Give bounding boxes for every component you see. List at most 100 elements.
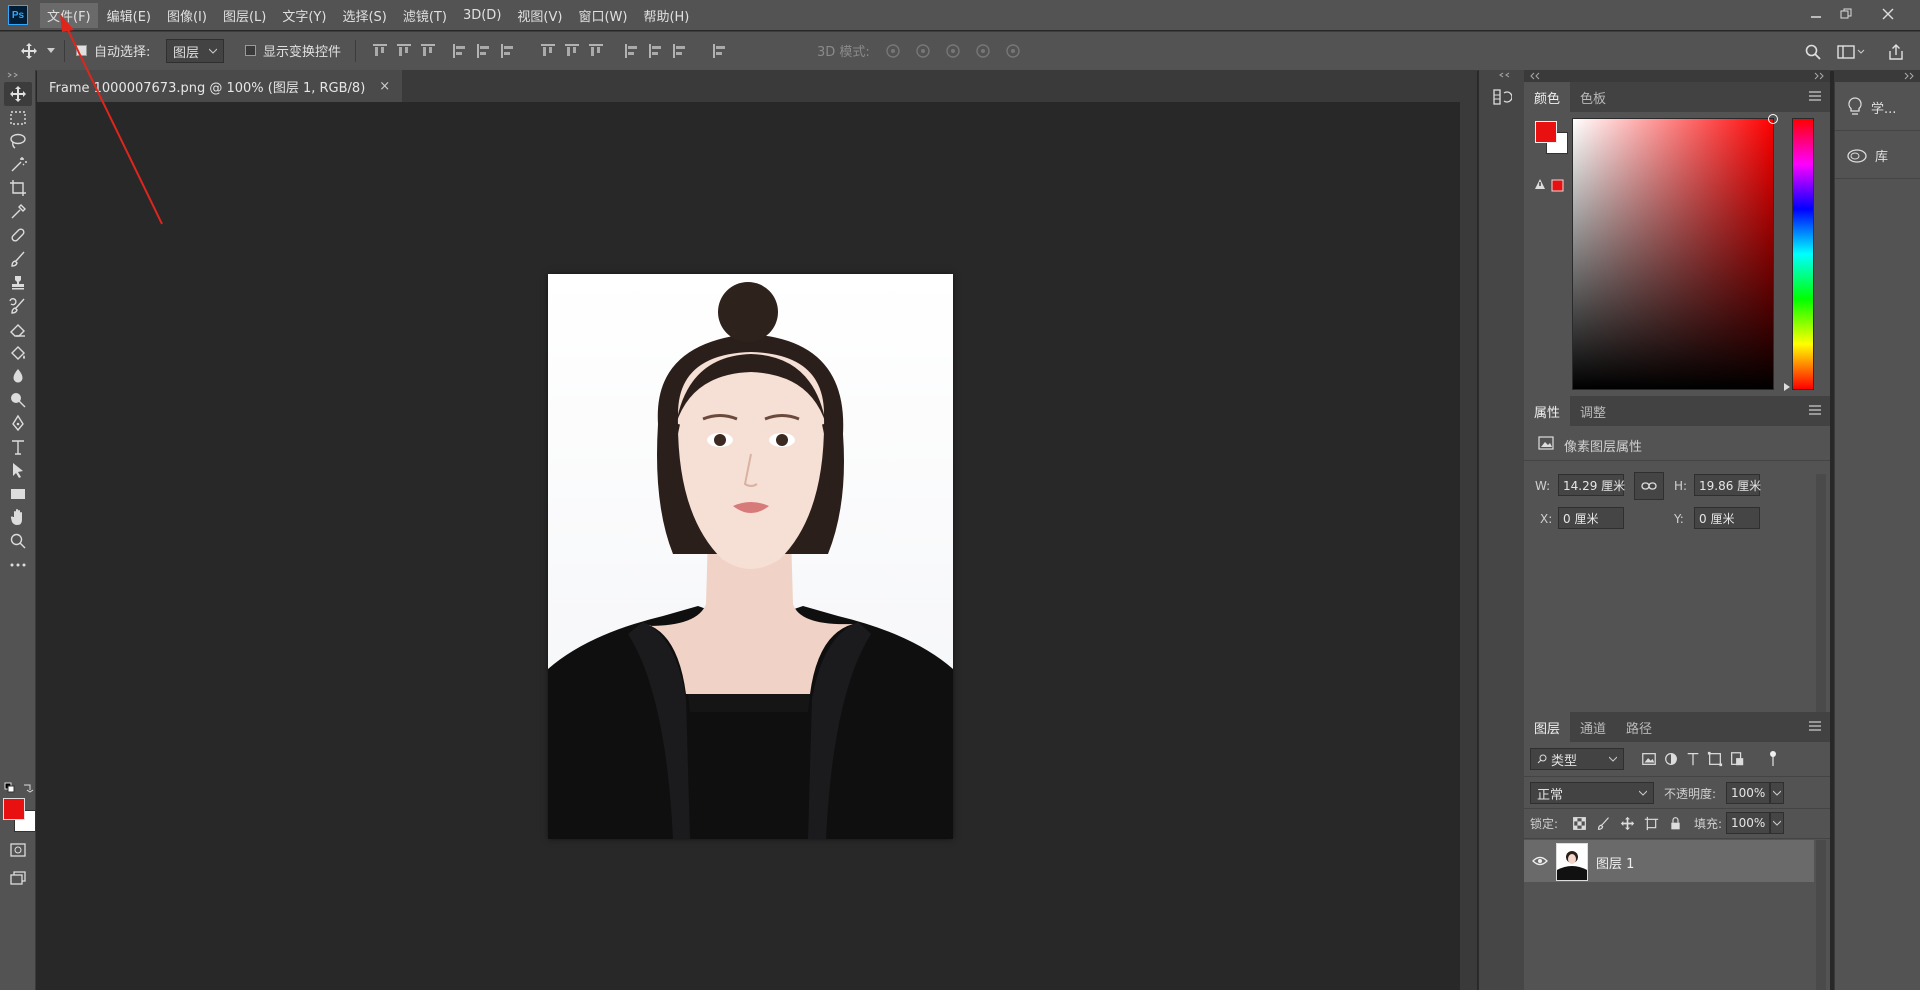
menu-view[interactable]: 视图(V) [510,3,569,28]
distribute-top-button[interactable] [538,41,558,61]
close-window-button[interactable] [1876,4,1900,24]
crop-tool[interactable] [4,176,32,200]
panel-menu-icon[interactable] [1808,720,1822,732]
3d-roll-button[interactable] [913,41,933,61]
opacity-field[interactable]: 100% [1726,782,1770,804]
layer-row[interactable]: 图层 1 [1524,840,1814,882]
paint-bucket-tool[interactable] [4,341,32,365]
saturation-brightness-field[interactable] [1572,114,1778,390]
minimize-button[interactable] [1804,4,1828,24]
filter-smart-object-button[interactable] [1728,750,1746,768]
height-field[interactable]: 19.86 厘米 [1694,474,1761,496]
3d-slide-button[interactable] [973,41,993,61]
hand-tool[interactable] [4,505,32,529]
show-transform-checkbox[interactable] [245,45,256,56]
healing-brush-tool[interactable] [4,223,32,247]
zoom-tool[interactable] [4,529,32,553]
dodge-tool[interactable] [4,388,32,412]
align-vcenter-button[interactable] [394,41,414,61]
rectangle-tool[interactable] [4,482,32,506]
color-picker-cursor[interactable] [1768,114,1778,124]
lock-artboard-button[interactable] [1642,814,1660,832]
panel-menu-icon[interactable] [1808,404,1822,416]
tab-color[interactable]: 颜色 [1524,82,1571,112]
filter-adjustment-button[interactable] [1662,750,1680,768]
brush-tool[interactable] [4,247,32,271]
3d-scale-button[interactable] [1003,41,1023,61]
link-dimensions-button[interactable] [1634,472,1664,500]
search-button[interactable] [1802,41,1824,63]
hue-slider[interactable] [1792,118,1814,390]
menu-help[interactable]: 帮助(H) [636,3,696,28]
panel-menu-icon[interactable] [1808,90,1822,102]
share-button[interactable] [1884,40,1908,64]
tab-channels[interactable]: 通道 [1570,712,1616,742]
history-brush-tool[interactable] [4,294,32,318]
filter-shape-button[interactable] [1706,750,1724,768]
tab-properties[interactable]: 属性 [1524,396,1571,426]
type-tool[interactable] [4,435,32,459]
eyedropper-tool[interactable] [4,200,32,224]
3d-orbit-button[interactable] [883,41,903,61]
eraser-tool[interactable] [4,317,32,341]
distribute-left-button[interactable] [622,41,642,61]
quick-mask-button[interactable] [4,838,32,862]
screen-mode-button[interactable] [4,866,32,890]
layer-filter-dropdown[interactable]: 类型 [1530,748,1624,770]
3d-drag-button[interactable] [943,41,963,61]
blend-mode-dropdown[interactable]: 正常 [1530,782,1654,804]
magic-wand-tool[interactable] [4,153,32,177]
align-left-button[interactable] [450,41,470,61]
dock-collapse-row[interactable] [1835,70,1920,82]
history-panel-button[interactable] [1489,82,1515,112]
distribute-right-button[interactable] [670,41,690,61]
vertical-scrollbar[interactable] [1460,102,1477,990]
lock-position-button[interactable] [1618,814,1636,832]
workspace-button[interactable] [1836,41,1866,63]
hue-slider-handle[interactable] [1783,382,1791,392]
learn-panel-button[interactable]: 学... [1835,86,1920,128]
out-of-gamut-warning-icon[interactable] [1534,178,1564,192]
document-canvas[interactable] [548,274,953,839]
distribute-bottom-button[interactable] [586,41,606,61]
restore-button[interactable] [1834,4,1858,24]
lock-transparent-pixels-button[interactable] [1570,814,1588,832]
foreground-color-swatch[interactable] [3,798,25,820]
tab-swatches[interactable]: 色板 [1570,82,1616,112]
photoshop-logo[interactable]: Ps [8,5,28,25]
distribute-hcenter-button[interactable] [646,41,666,61]
blur-tool[interactable] [4,364,32,388]
menu-edit[interactable]: 编辑(E) [100,3,158,28]
layers-scrollbar[interactable] [1816,840,1826,990]
fill-field[interactable]: 100% [1726,812,1770,834]
lock-all-button[interactable] [1666,814,1684,832]
menu-3d[interactable]: 3D(D) [456,5,508,26]
document-tab[interactable]: Frame 1000007673.png @ 100% (图层 1, RGB/8… [37,70,403,102]
lock-image-pixels-button[interactable] [1594,814,1612,832]
canvas-area[interactable] [37,102,1460,990]
layer-name[interactable]: 图层 1 [1596,853,1634,872]
x-field[interactable]: 0 厘米 [1558,507,1624,529]
path-selection-tool[interactable] [4,458,32,482]
y-field[interactable]: 0 厘米 [1694,507,1760,529]
default-colors[interactable] [4,782,34,794]
libraries-panel-button[interactable]: 库 [1835,134,1920,176]
width-field[interactable]: 14.29 厘米 [1558,474,1625,496]
align-bottom-button[interactable] [418,41,438,61]
tab-adjustments[interactable]: 调整 [1570,396,1616,426]
auto-select-checkbox[interactable] [76,45,87,56]
menu-window[interactable]: 窗口(W) [571,3,634,28]
align-right-button[interactable] [498,41,518,61]
menu-file[interactable]: 文件(F) [40,2,98,28]
menu-filter[interactable]: 滤镜(T) [396,3,454,28]
eye-icon[interactable] [1532,855,1548,867]
edit-toolbar-button[interactable] [4,553,32,577]
pen-tool[interactable] [4,411,32,435]
fill-slider-toggle[interactable] [1770,812,1784,834]
tab-paths[interactable]: 路径 [1616,712,1662,742]
fg-color-chip[interactable] [1535,121,1557,143]
tab-layers[interactable]: 图层 [1524,712,1571,742]
menu-layer[interactable]: 图层(L) [216,3,273,28]
filter-pixel-button[interactable] [1640,750,1658,768]
properties-scrollbar[interactable] [1816,474,1826,714]
